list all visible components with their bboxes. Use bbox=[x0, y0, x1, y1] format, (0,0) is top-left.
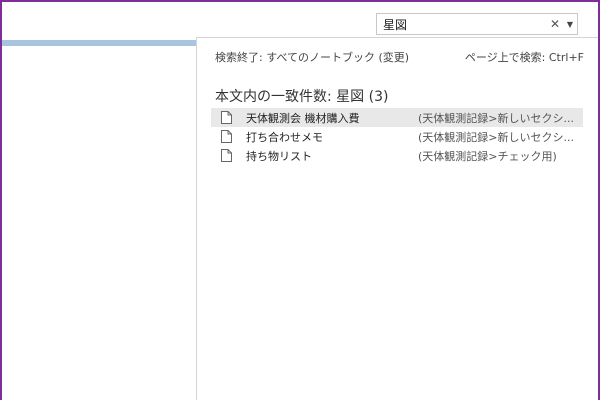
chevron-down-icon[interactable]: ▼ bbox=[563, 14, 577, 34]
page-search-hint: ページ上で検索: Ctrl+F bbox=[464, 51, 584, 64]
result-item[interactable]: 天体観測会 機材購入費 (天体観測記録>新しいセクシ... bbox=[211, 108, 583, 127]
result-title: 打ち合わせメモ bbox=[246, 130, 323, 144]
results-heading: 本文内の一致件数: 星図 (3) bbox=[215, 89, 389, 105]
search-scope-link[interactable]: 検索終了: すべてのノートブック (変更) bbox=[215, 49, 409, 65]
search-input[interactable] bbox=[377, 14, 547, 34]
result-path: (天体観測記録>新しいセクシ... bbox=[418, 130, 574, 144]
result-item[interactable]: 打ち合わせメモ (天体観測記録>新しいセクシ... bbox=[211, 127, 583, 146]
page-icon bbox=[221, 149, 232, 162]
result-title: 天体観測会 機材購入費 bbox=[246, 111, 360, 125]
page-tab-bar[interactable] bbox=[2, 40, 202, 46]
result-path: (天体観測記録>新しいセクシ... bbox=[418, 111, 574, 125]
search-results-panel: 検索終了: すべてのノートブック (変更) ページ上で検索: Ctrl+F 本文… bbox=[196, 37, 598, 400]
panel-header: 検索終了: すべてのノートブック (変更) ページ上で検索: Ctrl+F bbox=[215, 49, 584, 65]
result-title: 持ち物リスト bbox=[246, 149, 312, 163]
close-icon[interactable]: ✕ bbox=[547, 14, 563, 34]
page-icon bbox=[221, 111, 232, 124]
results-list: 天体観測会 機材購入費 (天体観測記録>新しいセクシ... 打ち合わせメモ (天… bbox=[211, 108, 583, 165]
page-icon bbox=[221, 130, 232, 143]
result-item[interactable]: 持ち物リスト (天体観測記録>チェック用) bbox=[211, 146, 583, 165]
result-path: (天体観測記録>チェック用) bbox=[418, 149, 557, 163]
search-box[interactable]: ✕ ▼ bbox=[376, 13, 578, 35]
